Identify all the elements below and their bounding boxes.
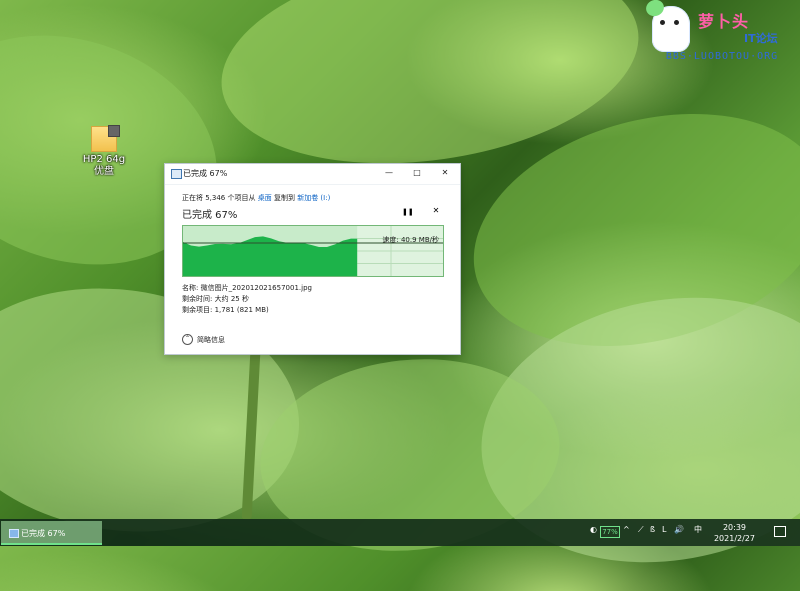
file-name-label: 名称: [182,284,199,292]
clock-time: 20:39 [722,523,747,532]
time-left-row: 剩余时间: 大约 25 秒 [182,294,312,305]
taskbar: 已完成 67% ◐ 77% ^ ⟋ ß L 🔊 中 20:39 2021/2/2… [0,519,800,546]
pause-button[interactable]: ❚❚ [402,207,414,217]
time-left-value: 大约 25 秒 [214,295,249,303]
dialog-titlebar: 已完成 67% — □ ✕ [165,164,460,185]
copy-progress-dialog: 已完成 67% — □ ✕ 正在将 5,346 个项目从 桌面 复制到 新加卷 … [164,163,461,355]
items-left-label: 剩余项目: [182,306,213,314]
items-left-row: 剩余项目: 1,781 (821 MB) [182,305,312,316]
watermark-title: 萝卜头 [698,12,750,31]
speed-label: 速度: 40.9 MB/秒 [382,236,439,244]
file-name-row: 名称: 微信图片_202012021657001.jpg [182,283,312,294]
items-left-value: 1,781 (821 MB) [214,306,269,314]
less-details-label: 简略信息 [197,335,225,344]
clock-date: 2021/2/27 [713,534,755,543]
taskbar-task-label: 已完成 67% [21,529,66,538]
watermark-url: BBS·LUOBOTOU·ORG [665,51,779,62]
time-left-label: 剩余时间: [182,295,213,303]
copy-icon [171,169,182,179]
notification-icon[interactable] [774,526,786,537]
less-details-toggle[interactable]: ⌃ 简略信息 [182,334,225,345]
drive-icon [91,125,120,152]
chevron-up-tray-icon[interactable]: ^ [623,525,630,535]
system-tray: ◐ 77% ^ ⟋ ß L 🔊 中 20:39 2021/2/27 [590,519,800,546]
cancel-button[interactable]: ✕ [431,206,441,216]
bluetooth-icon[interactable]: ß [650,525,655,535]
progress-headline: 已完成 67% [182,210,238,221]
maximize-button[interactable]: □ [409,167,425,179]
destination-link[interactable]: 新加卷 (I:) [297,194,330,202]
copy-task-icon [9,529,19,538]
file-name-value: 微信图片_202012021657001.jpg [200,284,312,292]
speaker-icon[interactable]: 🔊 [674,525,684,535]
desktop-drive-icon[interactable]: HP2 64g优盘 [78,125,130,178]
network-icon[interactable]: ⟋ [638,525,644,535]
battery-icon[interactable]: ◐ [590,525,597,535]
input-method-indicator[interactable]: 中 [694,525,702,535]
mascot-icon [652,6,690,52]
battery-badge: 77% [600,526,620,538]
transfer-info: 名称: 微信图片_202012021657001.jpg 剩余时间: 大约 25… [182,283,312,316]
watermark: 萝卜头 IT论坛 BBS·LUOBOTOU·ORG [652,6,792,68]
status-prefix: 正在将 5,346 个项目从 [182,194,256,202]
minimize-button[interactable]: — [381,167,397,179]
transfer-graph: 速度: 40.9 MB/秒 [182,225,444,277]
source-link[interactable]: 桌面 [258,194,272,202]
transfer-chart [183,226,443,276]
close-button[interactable]: ✕ [437,167,453,179]
desktop-icon-label: HP2 64g优盘 [82,154,126,177]
watermark-subtitle: IT论坛 [744,32,778,45]
language-icon[interactable]: L [662,525,666,535]
taskbar-copy-task[interactable]: 已完成 67% [1,521,102,545]
chevron-up-icon: ⌃ [182,334,193,345]
dialog-title: 已完成 67% [183,169,228,178]
clock[interactable]: 20:39 2021/2/27 [714,522,755,544]
copy-status-line: 正在将 5,346 个项目从 桌面 复制到 新加卷 (I:) [182,193,330,203]
status-middle: 复制到 [273,194,295,202]
